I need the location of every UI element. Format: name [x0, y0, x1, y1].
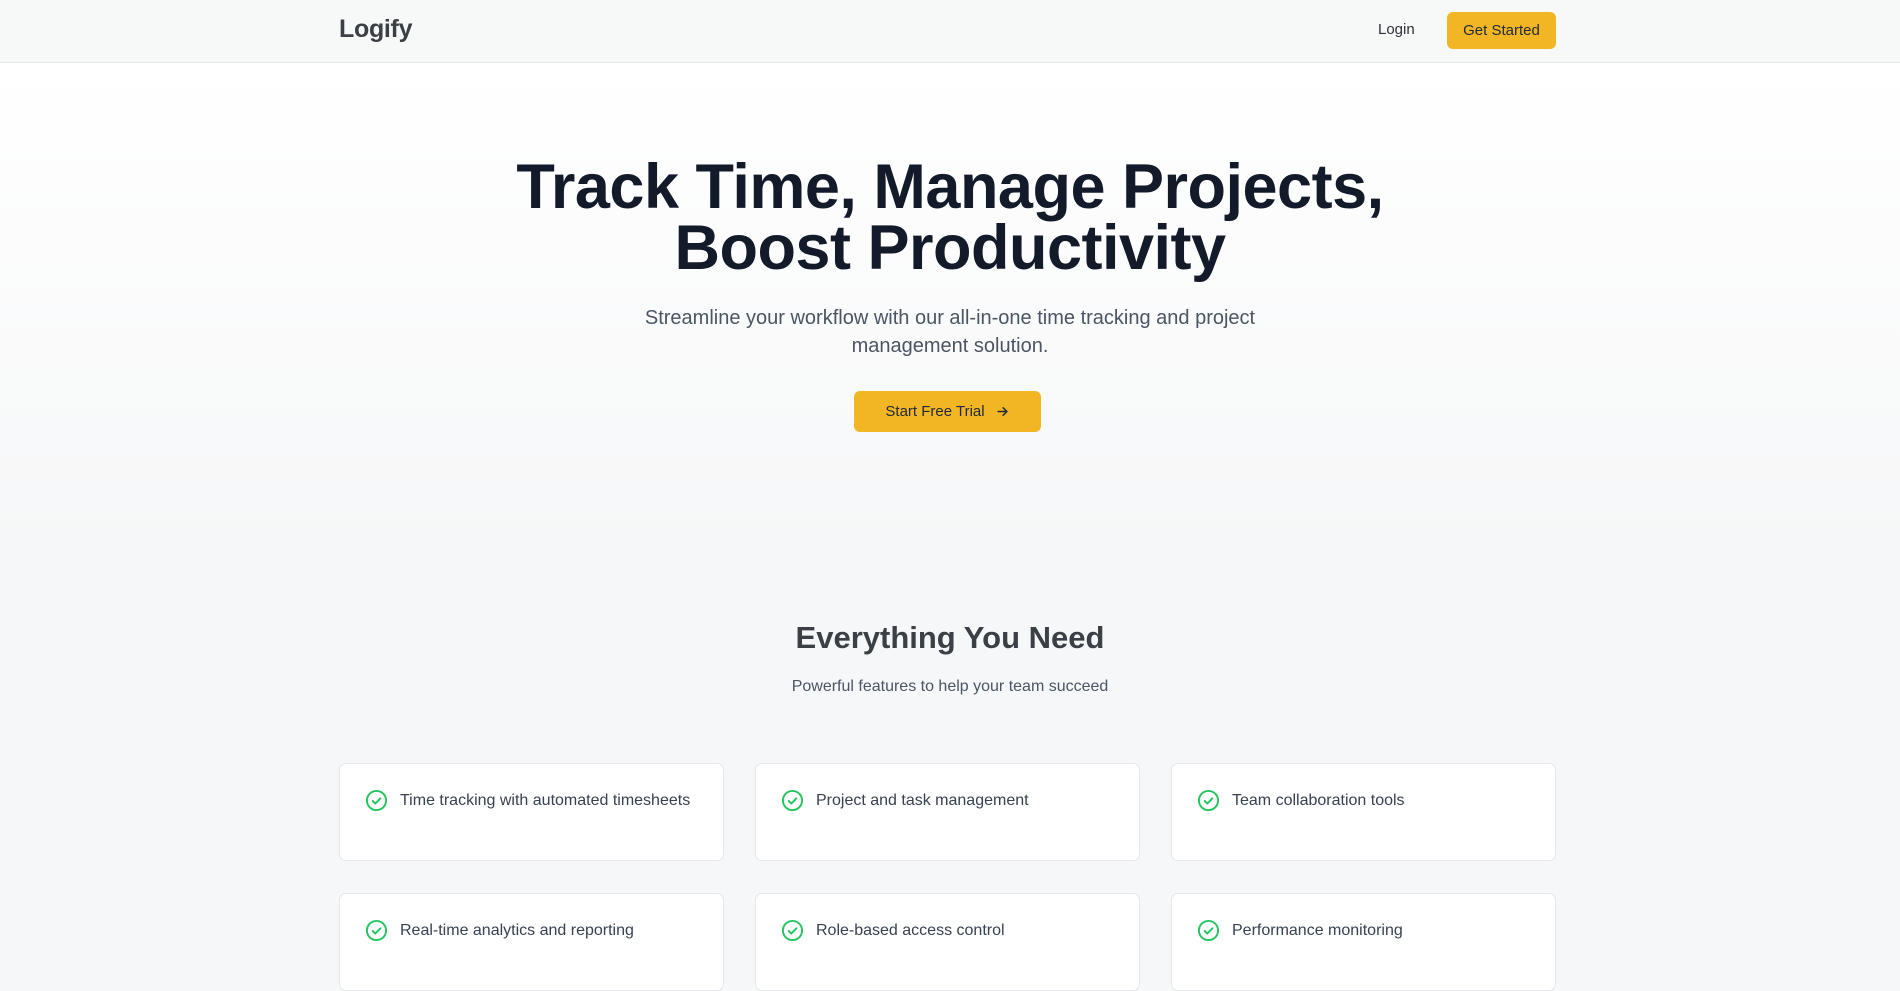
start-free-trial-label: Start Free Trial — [885, 403, 985, 420]
check-circle-icon — [1197, 789, 1220, 812]
hero-subtitle: Streamline your workflow with our all-in… — [644, 307, 1256, 357]
features-subtitle: Powerful features to help your team succ… — [791, 678, 1109, 695]
feature-card-time-tracking: Time tracking with automated timesheets — [339, 763, 724, 861]
hero-section: Track Time, Manage Projects, Boost Produ… — [0, 63, 1900, 555]
check-circle-icon — [781, 919, 804, 942]
feature-label: Team collaboration tools — [1232, 792, 1405, 809]
features-title: Everything You Need — [795, 620, 1105, 655]
feature-label: Performance monitoring — [1232, 922, 1403, 939]
start-free-trial-button[interactable]: Start Free Trial — [854, 391, 1041, 432]
feature-label: Time tracking with automated timesheets — [400, 792, 691, 809]
feature-card-analytics: Real-time analytics and reporting — [339, 893, 724, 991]
top-navigation-bar: Logify Login Get Started — [0, 0, 1900, 63]
feature-card-collaboration: Team collaboration tools — [1171, 763, 1556, 861]
feature-label: Real-time analytics and reporting — [400, 922, 634, 939]
get-started-button[interactable]: Get Started — [1447, 12, 1556, 49]
feature-label: Role-based access control — [816, 922, 1005, 939]
hero-title-line-2: Boost Productivity — [674, 213, 1226, 283]
logo[interactable]: Logify — [339, 15, 413, 44]
feature-card-project-management: Project and task management — [755, 763, 1140, 861]
feature-card-access-control: Role-based access control — [755, 893, 1140, 991]
hero-title-line-1: Track Time, Manage Projects, — [516, 152, 1384, 222]
check-circle-icon — [365, 789, 388, 812]
hero-title: Track Time, Manage Projects, Boost Produ… — [0, 156, 1900, 280]
feature-card-performance: Performance monitoring — [1171, 893, 1556, 991]
arrow-right-icon — [996, 407, 1008, 416]
check-circle-icon — [781, 789, 804, 812]
check-circle-icon — [365, 919, 388, 942]
login-link[interactable]: Login — [1378, 21, 1415, 38]
check-circle-icon — [1197, 919, 1220, 942]
feature-label: Project and task management — [816, 792, 1029, 809]
